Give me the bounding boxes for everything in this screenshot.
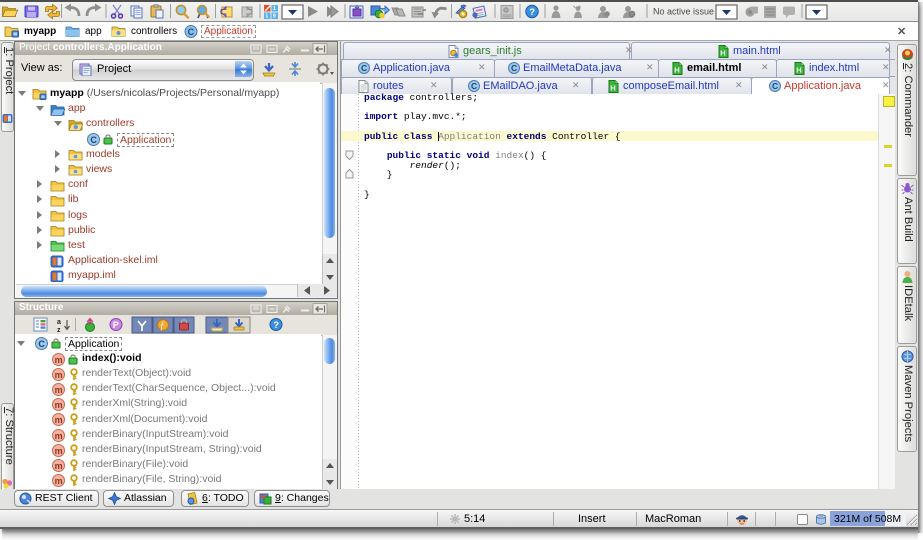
svg-text:H: H <box>720 49 725 58</box>
svg-text:?: ? <box>273 320 279 331</box>
svg-text:m: m <box>55 446 63 456</box>
svg-text:C: C <box>188 27 195 37</box>
svg-text:H: H <box>674 66 679 75</box>
svg-text:H: H <box>796 66 801 75</box>
svg-text:m: m <box>55 400 63 410</box>
svg-text:H: H <box>610 84 615 93</box>
svg-text:C: C <box>772 81 778 91</box>
svg-text:m: m <box>55 385 63 395</box>
svg-text:1: 1 <box>265 14 268 20</box>
svg-text:m: m <box>55 370 63 380</box>
svg-text:9: 9 <box>273 14 276 20</box>
svg-text:C: C <box>38 339 45 349</box>
svg-text:1: 1 <box>273 6 276 12</box>
svg-text:z: z <box>57 327 61 334</box>
svg-text:C: C <box>361 63 367 73</box>
svg-text:C: C <box>471 81 477 91</box>
svg-text:C: C <box>511 63 517 73</box>
svg-text:a: a <box>57 319 61 326</box>
svg-text:m: m <box>55 476 63 486</box>
svg-text:m: m <box>55 415 63 425</box>
svg-text:m: m <box>55 431 63 441</box>
svg-text:C: C <box>90 135 97 145</box>
svg-text:No active issue: No active issue <box>653 7 714 17</box>
svg-text:m: m <box>55 355 63 365</box>
svg-text:P: P <box>113 320 119 330</box>
svg-text:m: m <box>55 461 63 471</box>
svg-text:?: ? <box>529 7 535 18</box>
